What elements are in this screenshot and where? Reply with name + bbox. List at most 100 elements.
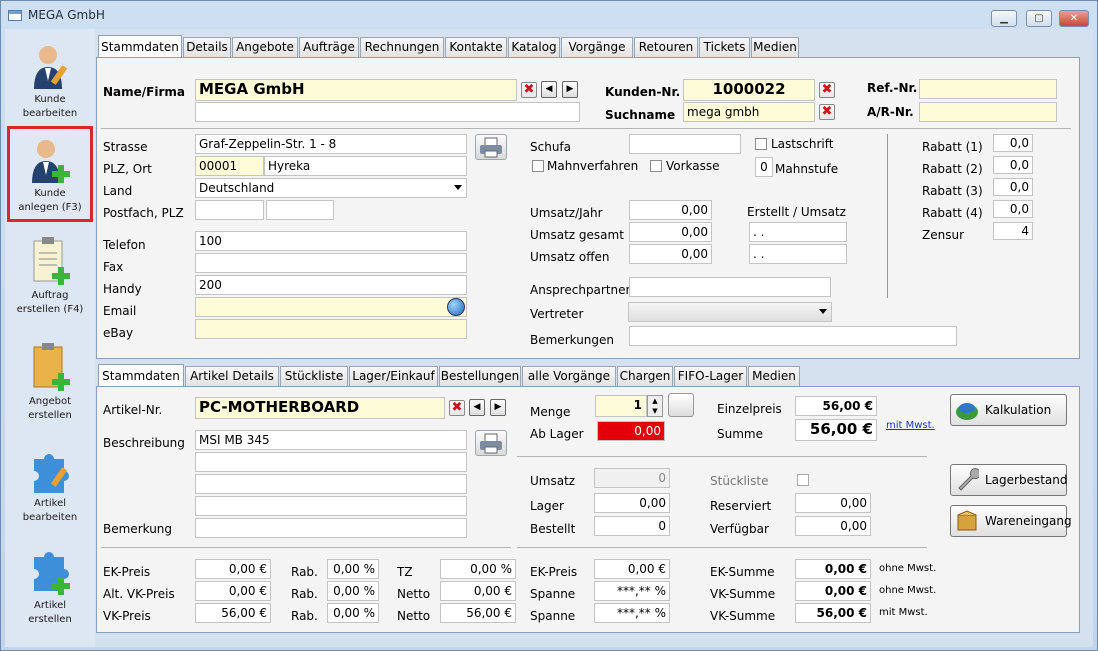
tz-input[interactable]: 0,00 % (440, 559, 516, 579)
prev-article-icon[interactable]: ◀ (469, 399, 485, 416)
sidebar-angebot-erstellen[interactable]: Angebot erstellen (7, 335, 93, 431)
name2-input[interactable] (195, 102, 580, 122)
netto2-input[interactable]: 56,00 € (440, 603, 516, 623)
close-button[interactable]: ✕ (1059, 10, 1089, 27)
clear-kundennr-icon[interactable]: ✖ (819, 82, 835, 98)
postfach-input[interactable] (195, 200, 264, 220)
beschreibung-input-2[interactable] (195, 452, 467, 472)
vertreter-select[interactable] (628, 302, 832, 322)
minimize-button[interactable]: ▁ (991, 10, 1017, 27)
customer-tab-9[interactable]: Tickets (699, 37, 750, 57)
bemerkungen-input[interactable] (629, 326, 957, 346)
ort-input[interactable]: Hyreka (264, 156, 467, 176)
email-input[interactable] (195, 297, 467, 317)
rab1-input[interactable]: 0,00 % (327, 559, 379, 579)
next-customer-icon[interactable]: ▶ (562, 81, 578, 98)
schufa-input[interactable] (629, 134, 741, 154)
plz-input[interactable]: 00001 (195, 156, 264, 176)
rabatt3-input[interactable]: 0,0 (993, 178, 1033, 196)
fax-input[interactable] (195, 253, 467, 273)
article-tab-4[interactable]: Bestellungen (439, 366, 521, 386)
rabatt2-input[interactable]: 0,0 (993, 156, 1033, 174)
bemerkung-input[interactable] (195, 518, 467, 538)
rab2-input[interactable]: 0,00 % (327, 581, 379, 601)
ansprechpartner-input[interactable] (629, 277, 831, 297)
next-article-icon[interactable]: ▶ (490, 399, 506, 416)
offer-add-icon (33, 343, 70, 391)
stueckliste-checkbox[interactable] (797, 474, 809, 486)
clear-name-icon[interactable]: ✖ (521, 82, 537, 98)
verfuegbar-label: Verfügbar (710, 522, 769, 536)
suchname-input[interactable]: mega gmbh (683, 102, 815, 122)
kalkulation-button[interactable]: Kalkulation (950, 394, 1067, 426)
beschreibung-input-1[interactable]: MSI MB 345 (195, 430, 467, 450)
customer-tab-2[interactable]: Angebote (232, 37, 298, 57)
netto1-input[interactable]: 0,00 € (440, 581, 516, 601)
menge-input[interactable]: 1 (595, 395, 647, 417)
lagerbestand-button[interactable]: Lagerbestand (950, 464, 1068, 496)
print-article-button[interactable] (475, 430, 507, 456)
postfach-plz-input[interactable] (266, 200, 334, 220)
mit-mwst-link[interactable]: mit Mwst. (886, 420, 935, 431)
clear-artnr-icon[interactable]: ✖ (449, 400, 465, 416)
refnr-input[interactable] (919, 79, 1057, 99)
kundennr-input[interactable]: 1000022 (683, 79, 815, 101)
suchname-label: Suchname (605, 108, 676, 122)
calculator-icon[interactable] (668, 393, 694, 417)
article-tab-2[interactable]: Stückliste (280, 366, 348, 386)
ebay-input[interactable] (195, 319, 467, 339)
artnr-input[interactable]: PC-MOTHERBOARD (195, 397, 445, 419)
menge-stepper[interactable]: ▲ ▼ (647, 395, 663, 417)
customer-tab-8[interactable]: Retouren (634, 37, 698, 57)
customer-tab-5[interactable]: Kontakte (445, 37, 507, 57)
customer-tab-6[interactable]: Katalog (508, 37, 560, 57)
article-tab-5[interactable]: alle Vorgänge (522, 366, 616, 386)
wareneingang-button[interactable]: Wareneingang (950, 505, 1072, 537)
spanne1-input: ***,** % (594, 581, 670, 601)
beschreibung-input-4[interactable] (195, 496, 467, 516)
handy-input[interactable]: 200 (195, 275, 467, 295)
telefon-input[interactable]: 100 (195, 231, 467, 251)
article-tab-6[interactable]: Chargen (617, 366, 673, 386)
print-address-button[interactable] (475, 134, 507, 160)
zensur-input[interactable]: 4 (993, 222, 1033, 240)
name-input[interactable]: MEGA GmbH (195, 79, 517, 101)
prev-customer-icon[interactable]: ◀ (541, 81, 557, 98)
sidebar-kunde-bearbeiten[interactable]: Kunde bearbeiten (7, 35, 93, 131)
ekpreis-input[interactable]: 0,00 € (195, 559, 271, 579)
article-tab-0[interactable]: Stammdaten (98, 364, 184, 386)
einzelpreis-input[interactable]: 56,00 € (795, 396, 877, 416)
article-tab-7[interactable]: FIFO-Lager (674, 366, 747, 386)
mahnverfahren-checkbox[interactable] (532, 160, 544, 172)
rab3-input[interactable]: 0,00 % (327, 603, 379, 623)
rabatt1-input[interactable]: 0,0 (993, 134, 1033, 152)
sidebar-auftrag-erstellen[interactable]: Auftrag erstellen (F4) (7, 229, 93, 325)
customer-tab-0[interactable]: Stammdaten (98, 35, 182, 57)
lastschrift-checkbox[interactable] (755, 138, 767, 150)
mahnstufe-input[interactable]: 0 (755, 157, 773, 177)
article-tab-8[interactable]: Medien (748, 366, 800, 386)
customer-tab-7[interactable]: Vorgänge (561, 37, 633, 57)
article-tab-1[interactable]: Artikel Details (185, 366, 279, 386)
article-tab-3[interactable]: Lager/Einkauf (349, 366, 438, 386)
box-icon (957, 510, 977, 531)
maximize-button[interactable]: ▢ (1026, 10, 1052, 27)
vorkasse-checkbox[interactable] (650, 160, 662, 172)
customer-tab-3[interactable]: Aufträge (299, 37, 359, 57)
clear-suchname-icon[interactable]: ✖ (819, 104, 835, 120)
arnr-input[interactable] (919, 102, 1057, 122)
strasse-input[interactable]: Graf-Zeppelin-Str. 1 - 8 (195, 134, 467, 154)
vkpreis-input[interactable]: 56,00 € (195, 603, 271, 623)
rabatt4-input[interactable]: 0,0 (993, 200, 1033, 218)
sidebar-artikel-erstellen[interactable]: Artikel erstellen (7, 541, 93, 637)
altvk-input[interactable]: 0,00 € (195, 581, 271, 601)
sidebar-kunde-anlegen[interactable]: Kunde anlegen (F3) (7, 126, 93, 222)
beschreibung-input-3[interactable] (195, 474, 467, 494)
globe-icon[interactable] (447, 298, 465, 316)
land-select[interactable]: Deutschland (195, 178, 467, 198)
customer-tab-10[interactable]: Medien (751, 37, 799, 57)
mahnstufe-label: Mahnstufe (775, 162, 839, 176)
customer-tab-4[interactable]: Rechnungen (360, 37, 444, 57)
sidebar-artikel-bearbeiten[interactable]: Artikel bearbeiten (7, 439, 93, 535)
customer-tab-1[interactable]: Details (183, 37, 231, 57)
